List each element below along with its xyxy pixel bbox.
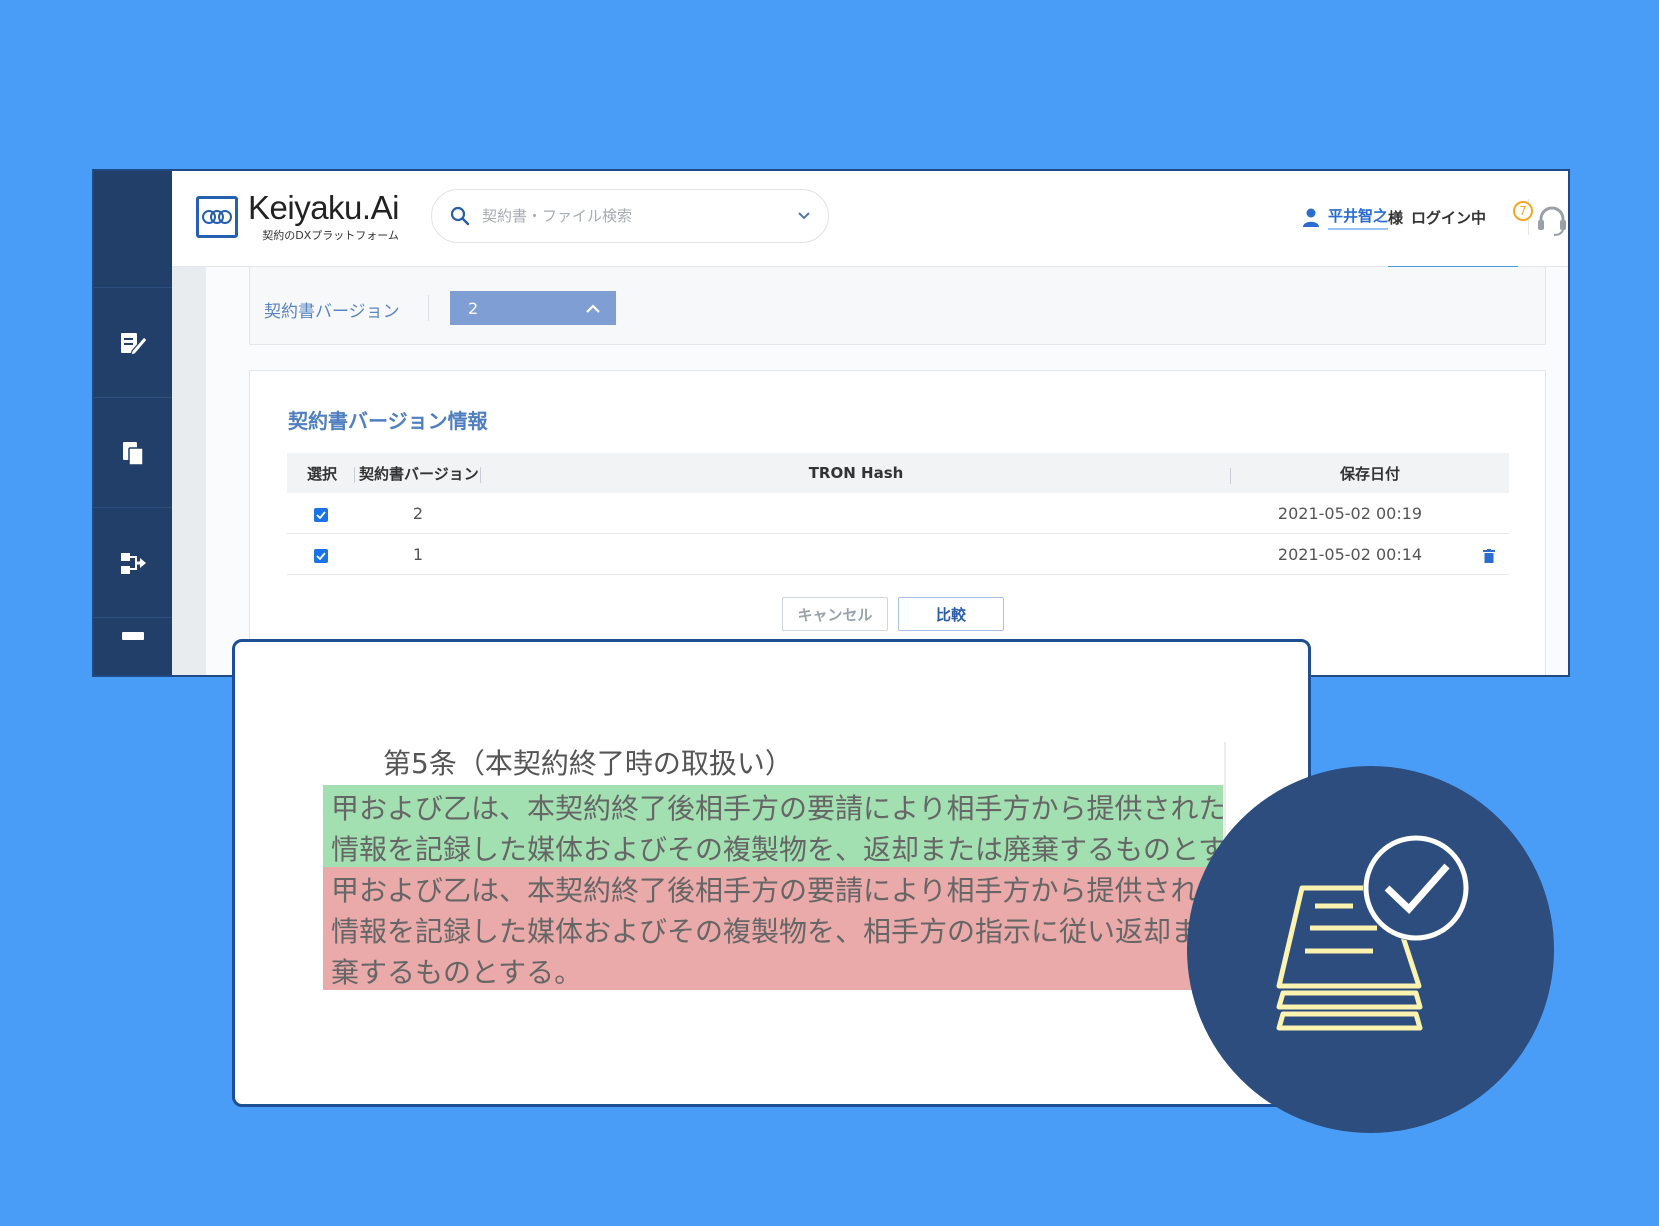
row-checkbox[interactable] [314, 548, 328, 563]
user-info: 平井智之 様 ログイン中 [1302, 205, 1486, 230]
copy-documents-icon [123, 442, 144, 466]
chevron-down-icon[interactable] [798, 212, 810, 220]
version-info-title: 契約書バージョン情報 [288, 409, 488, 433]
document-icon [122, 632, 144, 640]
compare-button[interactable]: 比較 [898, 597, 1004, 631]
search-input[interactable] [480, 206, 798, 226]
brand-tagline: 契約のDXプラットフォーム [262, 229, 399, 242]
cancel-button[interactable]: キャンセル [782, 597, 888, 631]
diff-removed-block: 甲および乙は、本契約終了後相手方の要請により相手方から提供された秘密 情報を記録… [323, 867, 1223, 990]
sidebar-item-edit[interactable] [94, 287, 172, 398]
version-select-value: 2 [468, 298, 479, 318]
search-box[interactable] [431, 189, 829, 243]
col-version: 契約書バージョン [355, 463, 481, 484]
col-saved-date: 保存日付 [1339, 464, 1400, 483]
document-verified-icon [1276, 835, 1469, 1031]
logo-icon [196, 196, 238, 238]
row-date: 2021-05-02 00:19 [1277, 503, 1423, 523]
version-separator [428, 295, 429, 321]
app-window: Keiyaku.Ai 契約のDXプラットフォーム 平井智之 様 ログイン中 [92, 169, 1570, 677]
diff-added-line: 情報を記録した媒体およびその複製物を、返却または廃棄するものとする。 [331, 833, 1223, 866]
user-name-link[interactable]: 平井智之 [1328, 205, 1389, 230]
brand-name: Keiyaku.Ai [248, 189, 399, 226]
table-header: 選択 契約書バージョン TRON Hash 保存日付 [287, 453, 1509, 493]
version-label: 契約書バージョン [264, 302, 400, 322]
sidebar-item-workflow[interactable] [94, 507, 172, 618]
version-table: 選択 契約書バージョン TRON Hash 保存日付 2 2021-05-02 … [287, 453, 1509, 575]
row-checkbox[interactable] [314, 507, 328, 522]
check-icon [316, 510, 326, 519]
col-select: 選択 [287, 463, 355, 484]
table-row[interactable]: 2 2021-05-02 00:19 [287, 493, 1509, 534]
diff-added-line: 甲および乙は、本契約終了後相手方の要請により相手方から提供された秘密 [331, 792, 1223, 825]
illustration-circle [1187, 766, 1554, 1133]
table-row[interactable]: 1 2021-05-02 00:14 [287, 534, 1509, 575]
brand-logo[interactable]: Keiyaku.Ai 契約のDXプラットフォーム [196, 191, 399, 243]
diff-removed-line: 棄するものとする。 [331, 956, 583, 989]
sidebar-item-documents[interactable] [94, 397, 172, 508]
search-icon [450, 206, 470, 226]
article-heading: 第5条（本契約終了時の取扱い） [383, 747, 793, 780]
content-gutter [172, 266, 206, 675]
workflow-icon [121, 553, 146, 574]
version-select[interactable]: 2 [450, 291, 616, 325]
version-selector-bar: 契約書バージョン 2 [249, 267, 1546, 345]
check-icon [316, 551, 326, 560]
headset-icon[interactable] [1535, 203, 1569, 237]
login-status: ログイン中 [1411, 209, 1487, 227]
diff-removed-line: 甲および乙は、本契約終了後相手方の要請により相手方から提供された秘密 [331, 874, 1223, 907]
diff-added-block: 甲および乙は、本契約終了後相手方の要請により相手方から提供された秘密 情報を記録… [323, 785, 1223, 867]
row-version: 2 [412, 503, 424, 523]
col-tron-hash: TRON Hash [481, 464, 1231, 484]
trash-icon[interactable] [1483, 548, 1495, 563]
row-version: 1 [412, 544, 424, 564]
diff-view-card: 第5条（本契約終了時の取扱い） 甲および乙は、本契約終了後相手方の要請により相手… [232, 639, 1311, 1107]
row-date: 2021-05-02 00:14 [1277, 544, 1423, 564]
user-icon [1303, 208, 1319, 227]
sidebar-item-document[interactable] [94, 617, 172, 675]
top-header: Keiyaku.Ai 契約のDXプラットフォーム 平井智之 様 ログイン中 [172, 171, 1568, 267]
notification-badge[interactable]: 7 [1513, 201, 1533, 221]
sidebar [94, 171, 172, 675]
version-info-panel: 契約書バージョン情報 選択 契約書バージョン TRON Hash 保存日付 2 … [249, 370, 1546, 675]
chevron-up-icon [586, 303, 600, 313]
edit-document-icon [121, 333, 148, 356]
user-honorific: 様 [1388, 209, 1404, 227]
diff-removed-line: 情報を記録した媒体およびその複製物を、相手方の指示に従い返却または廃 [331, 915, 1223, 948]
